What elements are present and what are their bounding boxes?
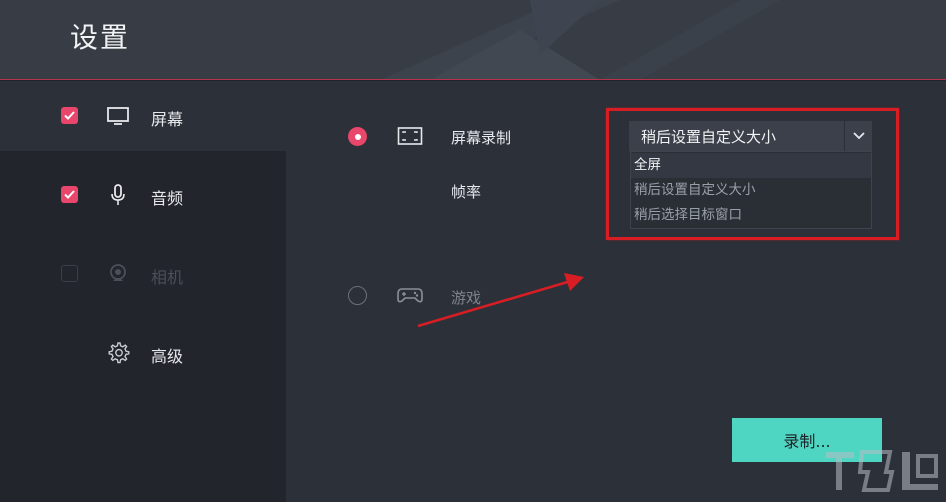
- sidebar: 屏幕 音频 相机 高级: [0, 81, 286, 502]
- sidebar-item-camera[interactable]: 相机: [0, 254, 286, 294]
- sidebar-item-advanced[interactable]: 高级: [0, 333, 286, 373]
- gear-icon: [104, 340, 132, 366]
- monitor-icon: [104, 103, 132, 129]
- sidebar-item-audio[interactable]: 音频: [0, 175, 286, 215]
- screen-record-label: 屏幕录制: [451, 129, 512, 147]
- fullscreen-frame-icon: [397, 126, 423, 150]
- watermark-logo: [826, 450, 938, 492]
- audio-checkbox[interactable]: [61, 186, 78, 203]
- sidebar-item-label: 高级: [151, 347, 184, 366]
- sidebar-item-label: 音频: [151, 189, 184, 208]
- frame-rate-label: 帧率: [451, 183, 482, 201]
- screen-checkbox[interactable]: [61, 107, 78, 124]
- page-title: 设置: [70, 21, 131, 54]
- header-bar: 设置: [0, 0, 946, 80]
- annotation-arrow: [417, 273, 584, 328]
- sidebar-item-label: 相机: [151, 268, 184, 287]
- checkmark-icon: [64, 190, 75, 199]
- header-decoration: [382, 0, 780, 79]
- sidebar-item-screen[interactable]: 屏幕: [0, 96, 286, 136]
- sidebar-item-label: 屏幕: [151, 110, 184, 129]
- screen-record-radio[interactable]: [348, 127, 367, 146]
- annotation-highlight-box: [606, 108, 899, 240]
- webcam-icon: [104, 261, 132, 287]
- microphone-icon: [104, 182, 132, 208]
- checkmark-icon: [64, 111, 75, 120]
- game-radio[interactable]: [348, 286, 367, 305]
- camera-checkbox[interactable]: [61, 265, 78, 282]
